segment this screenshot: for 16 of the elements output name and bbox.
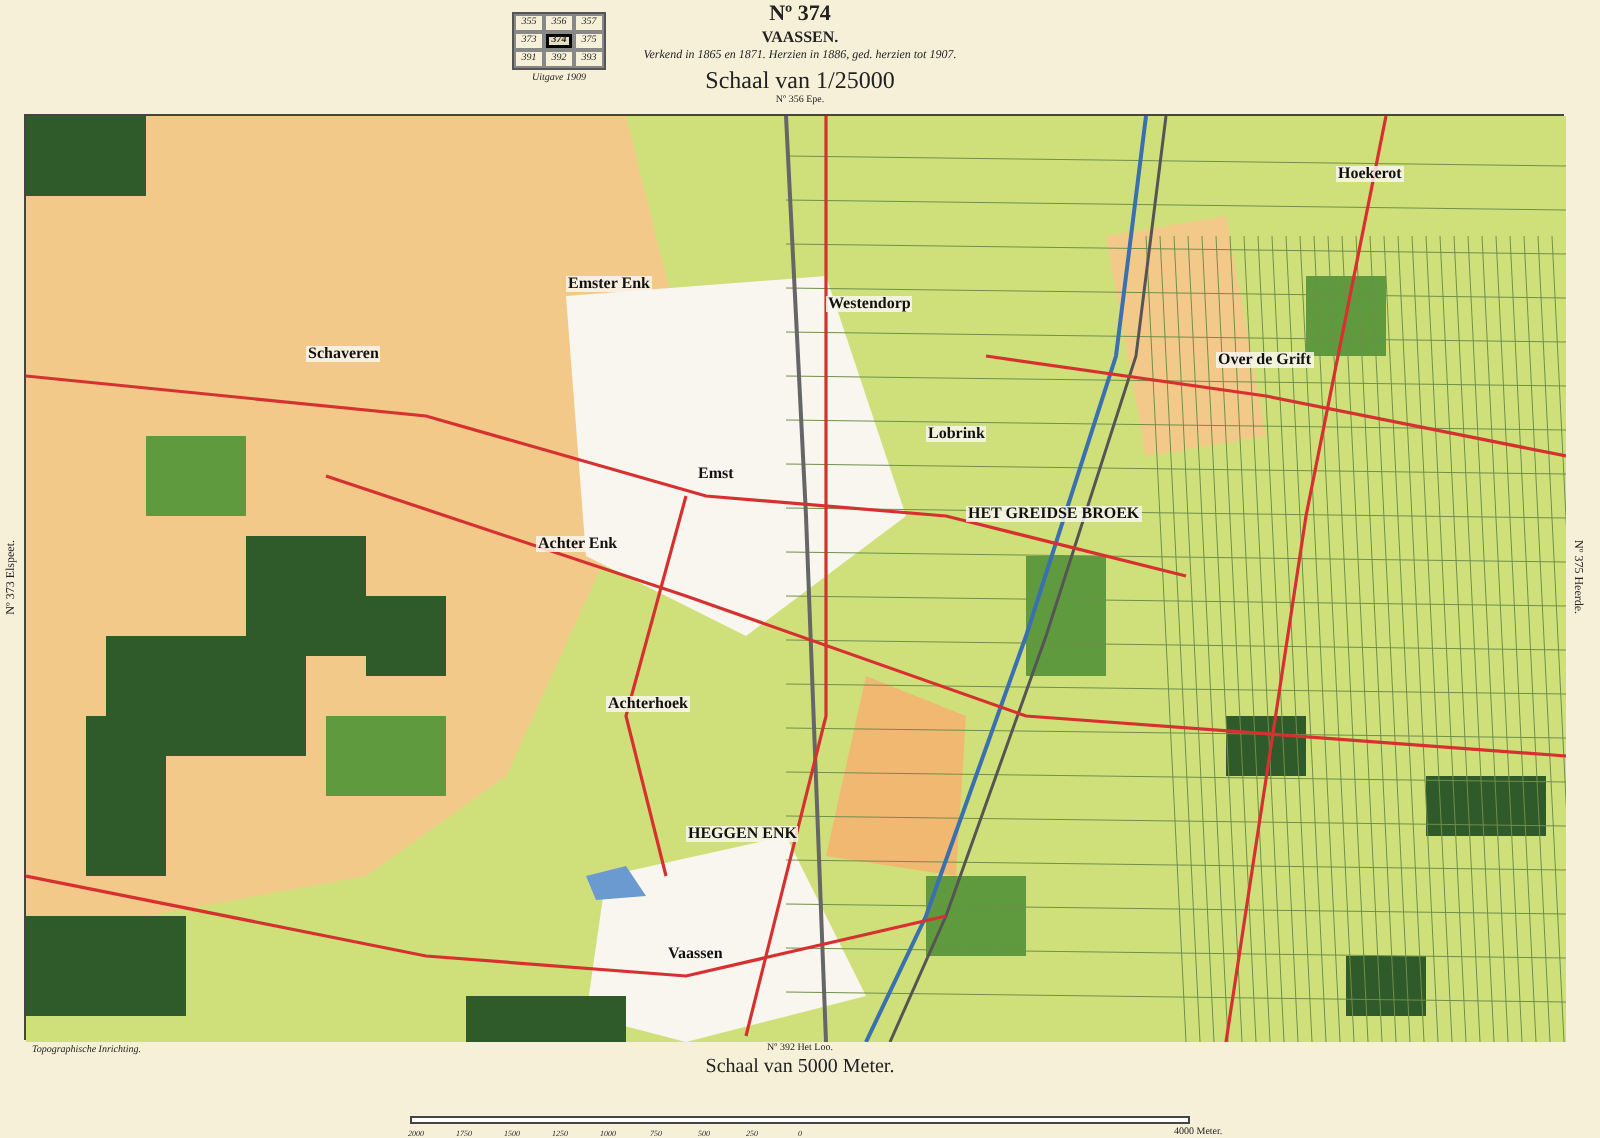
place-name: Achter Enk — [536, 536, 620, 552]
scale-title: Schaal van 5000 Meter. — [705, 1058, 895, 1078]
place-name: Hoekerot — [1336, 166, 1404, 182]
place-name: Emst — [696, 466, 736, 482]
place-name: Vaassen — [666, 946, 725, 962]
place-name: HEGGEN ENK — [686, 826, 799, 842]
sheet-number: Nº 374 — [769, 4, 831, 26]
place-name: Westendorp — [826, 296, 913, 312]
place-name: Emster Enk — [566, 276, 652, 292]
place-name: HET GREIDSE BROEK — [966, 506, 1142, 522]
place-name: Lobrink — [926, 426, 987, 442]
place-name: Over de Grift — [1216, 352, 1314, 368]
sheet-title: VAASSEN. — [761, 30, 839, 46]
scale-title: Schaal van 1/25000 — [705, 68, 895, 92]
place-name: Schaveren — [306, 346, 381, 362]
place-name: Achterhoek — [606, 696, 690, 712]
